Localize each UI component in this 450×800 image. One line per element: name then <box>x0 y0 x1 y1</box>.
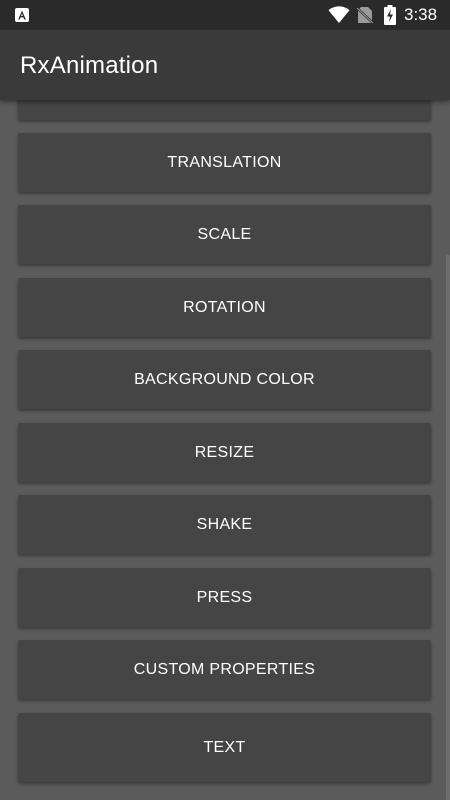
app-title: RxAnimation <box>20 52 159 79</box>
text-button-label: TEXT <box>203 738 246 756</box>
shake-button-label: SHAKE <box>196 515 253 533</box>
no-sim-icon <box>356 6 374 29</box>
translation-button[interactable]: TRANSLATION <box>18 133 431 192</box>
press-button-label: PRESS <box>196 588 253 606</box>
scale-button-label: SCALE <box>197 225 252 243</box>
shake-button[interactable]: SHAKE <box>18 495 431 554</box>
scale-button[interactable]: SCALE <box>18 205 431 264</box>
wifi-icon <box>328 6 350 29</box>
background-color-button-label: BACKGROUND COLOR <box>134 370 315 388</box>
scrollbar[interactable] <box>446 255 450 800</box>
app-bar: RxAnimation <box>0 30 450 100</box>
resize-button-label: RESIZE <box>194 443 255 461</box>
custom-properties-button[interactable]: CUSTOM PROPERTIES <box>18 640 431 699</box>
translation-button-label: TRANSLATION <box>167 153 282 171</box>
battery-charging-icon <box>384 5 396 30</box>
rotation-button[interactable]: ROTATION <box>18 278 431 337</box>
resize-button[interactable]: RESIZE <box>18 423 431 482</box>
background-color-button[interactable]: BACKGROUND COLOR <box>18 350 431 409</box>
rotation-button-label: ROTATION <box>183 298 266 316</box>
text-button[interactable]: TEXT <box>18 713 431 782</box>
notification-a-icon <box>15 8 29 22</box>
clock: 3:38 <box>404 5 438 24</box>
screen: TRANSLATION SCALE ROTATION BACKGROUND CO… <box>0 0 450 800</box>
animation-list[interactable]: TRANSLATION SCALE ROTATION BACKGROUND CO… <box>0 0 450 800</box>
status-bar: 3:38 <box>0 0 450 30</box>
custom-properties-button-label: CUSTOM PROPERTIES <box>133 660 316 678</box>
press-button[interactable]: PRESS <box>18 568 431 627</box>
